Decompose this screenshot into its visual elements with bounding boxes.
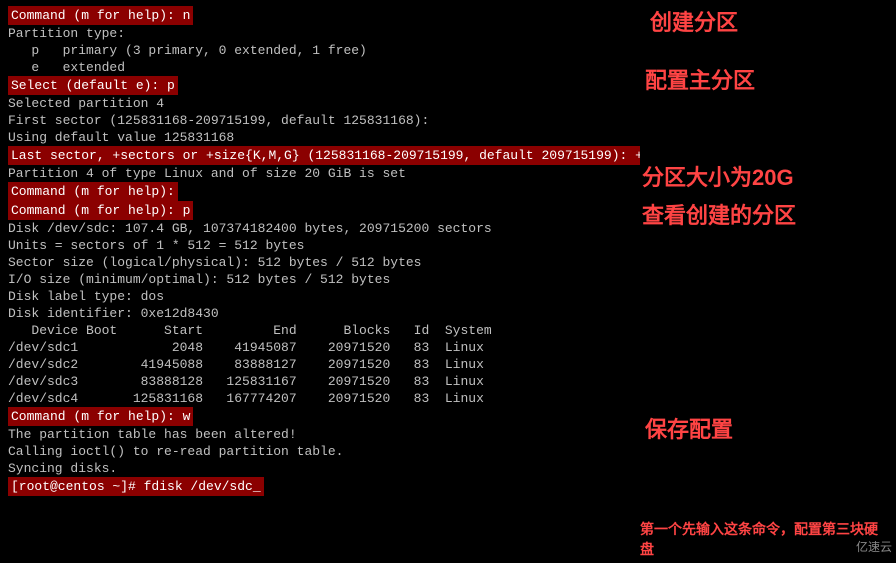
line-7: First sector (125831168-209715199, defau… bbox=[8, 112, 632, 129]
line-8: Using default value 125831168 bbox=[8, 129, 632, 146]
annotation-size-20g: 分区大小为20G bbox=[642, 160, 794, 192]
cmd-help-empty: Command (m for help): bbox=[8, 182, 178, 201]
line-disk-label: Disk label type: dos bbox=[8, 288, 632, 305]
annotations-panel: 创建分区 配置主分区 分区大小为20G 查看创建的分区 保存配置 bbox=[640, 0, 896, 563]
line-disk-id: Disk identifier: 0xe12d8430 bbox=[8, 305, 632, 322]
line-cmd-w: Command (m for help): w bbox=[8, 407, 632, 426]
table-row-sdc3: /dev/sdc3 83888128 125831167 20971520 83… bbox=[8, 373, 632, 390]
line-6: Selected partition 4 bbox=[8, 95, 632, 112]
line-9: Last sector, +sectors or +size{K,M,G} (1… bbox=[8, 146, 632, 165]
cmd-last-sector: Last sector, +sectors or +size{K,M,G} (1… bbox=[8, 146, 640, 165]
line-3: p primary (3 primary, 0 extended, 1 free… bbox=[8, 42, 632, 59]
cmd-select-p: Select (default e): p bbox=[8, 76, 178, 95]
line-syncing: Syncing disks. bbox=[8, 460, 632, 477]
table-row-sdc1: /dev/sdc1 2048 41945087 20971520 83 Linu… bbox=[8, 339, 632, 356]
line-ioctl: Calling ioctl() to re-read partition tab… bbox=[8, 443, 632, 460]
line-12: Command (m for help): bbox=[8, 182, 632, 201]
line-fdisk: [root@centos ~]# fdisk /dev/sdc_ bbox=[8, 477, 632, 496]
line-2: Partition type: bbox=[8, 25, 632, 42]
annotation-third-disk: 第一个先输入这条命令，配置第三块硬盘 bbox=[640, 519, 890, 559]
line-1: Command (m for help): n bbox=[8, 6, 632, 25]
line-disk-info: Disk /dev/sdc: 107.4 GB, 107374182400 by… bbox=[8, 220, 632, 237]
line-13: Command (m for help): p bbox=[8, 201, 632, 220]
annotation-create-partition: 创建分区 bbox=[650, 5, 738, 37]
annotation-save: 保存配置 bbox=[645, 412, 733, 444]
line-altered: The partition table has been altered! bbox=[8, 426, 632, 443]
line-5: Select (default e): p bbox=[8, 76, 632, 95]
line-4: e extended bbox=[8, 59, 632, 76]
cmd-w: Command (m for help): w bbox=[8, 407, 193, 426]
line-units: Units = sectors of 1 * 512 = 512 bytes bbox=[8, 237, 632, 254]
terminal-window: Command (m for help): n Partition type: … bbox=[0, 0, 640, 563]
line-io-size: I/O size (minimum/optimal): 512 bytes / … bbox=[8, 271, 632, 288]
annotation-view-partition: 查看创建的分区 bbox=[642, 198, 796, 230]
cmd-p: Command (m for help): p bbox=[8, 201, 193, 220]
table-row-sdc2: /dev/sdc2 41945088 83888127 20971520 83 … bbox=[8, 356, 632, 373]
line-sector-size: Sector size (logical/physical): 512 byte… bbox=[8, 254, 632, 271]
cmd-fdisk: [root@centos ~]# fdisk /dev/sdc_ bbox=[8, 477, 264, 496]
line-10: Partition 4 of type Linux and of size 20… bbox=[8, 165, 632, 182]
table-header: Device Boot Start End Blocks Id System bbox=[8, 322, 632, 339]
watermark: 亿速云 bbox=[856, 538, 892, 555]
annotation-config-primary: 配置主分区 bbox=[645, 63, 755, 95]
table-row-sdc4: /dev/sdc4 125831168 167774207 20971520 8… bbox=[8, 390, 632, 407]
cmd-n: Command (m for help): n bbox=[8, 6, 193, 25]
